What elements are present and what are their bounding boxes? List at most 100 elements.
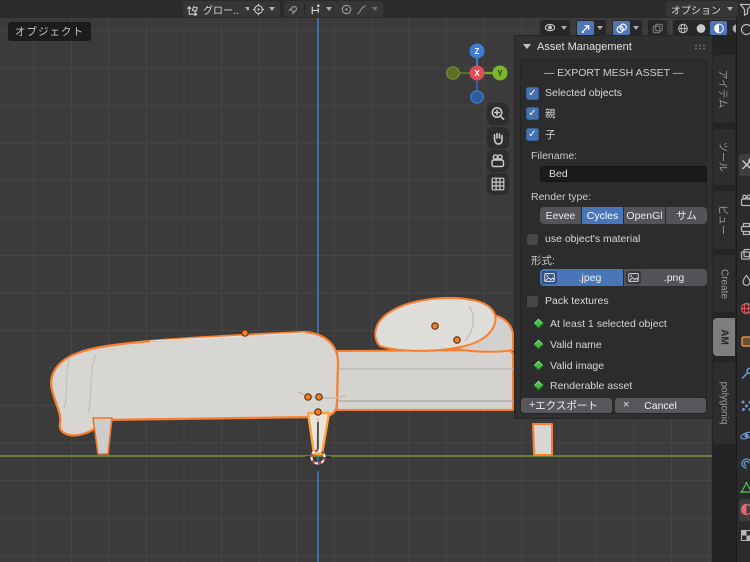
hand-icon [493, 132, 503, 145]
checkbox-checked-icon[interactable] [526, 106, 539, 120]
chevron-down-icon[interactable] [561, 26, 567, 30]
parent-checkbox-row[interactable]: 親 [526, 106, 556, 120]
child-checkbox-row[interactable]: 子 [526, 127, 556, 141]
bed-model[interactable] [40, 290, 560, 480]
format-jpeg[interactable]: .jpeg [540, 269, 624, 286]
render-tab-icon[interactable] [739, 193, 750, 208]
svg-text:Y: Y [497, 69, 503, 78]
validation-row: Valid name [533, 338, 602, 351]
snap-target-icon[interactable] [309, 3, 322, 16]
orientation-icon [187, 5, 198, 16]
constraints-tab-icon[interactable] [739, 456, 750, 471]
material-tab-icon[interactable] [739, 502, 750, 517]
zoom-icon [491, 107, 505, 121]
checkbox-unchecked-icon[interactable] [526, 232, 539, 246]
viewport-header: グロー.. オプション [0, 0, 750, 18]
modifiers-tab-icon[interactable] [739, 366, 750, 381]
checkbox-checked-icon[interactable] [526, 127, 539, 141]
texture-tab-icon[interactable] [739, 528, 750, 543]
validation-row: Renderable asset [533, 379, 632, 392]
object-visibility-group[interactable] [540, 20, 570, 36]
xray-icon[interactable] [649, 21, 666, 35]
world-tab-icon[interactable] [739, 301, 750, 316]
checkbox-checked-icon[interactable] [526, 86, 539, 100]
tab-tool[interactable]: ツール [713, 129, 735, 185]
sidebar-tab-strip: アイテム ツール ビュー Create AM polygoniq [712, 36, 736, 562]
valid-diamond-icon [533, 318, 544, 329]
gizmo-toggle-icon[interactable] [577, 21, 594, 35]
camera-view-button[interactable] [487, 150, 509, 172]
xray-toggle[interactable] [648, 20, 667, 36]
drag-grip-icon[interactable] [694, 43, 706, 50]
format-png[interactable]: .png [624, 269, 707, 286]
output-tab-icon[interactable] [739, 221, 750, 236]
panel-header[interactable]: Asset Management [515, 36, 712, 57]
chevron-down-icon[interactable] [633, 26, 639, 30]
render-type-eevee[interactable]: Eevee [540, 207, 582, 224]
proportional-icon[interactable] [340, 3, 353, 16]
properties-tab-strip [736, 0, 750, 562]
wireframe-icon[interactable] [674, 21, 691, 35]
valid-diamond-icon [533, 380, 544, 391]
solid-icon[interactable] [692, 21, 709, 35]
material-preview-icon[interactable] [710, 21, 727, 35]
render-type-opengl[interactable]: OpenGl [624, 207, 666, 224]
proportional-edit-group[interactable] [337, 1, 383, 17]
valid-diamond-icon [533, 339, 544, 350]
magnet-icon[interactable] [287, 3, 300, 16]
export-mesh-asset-box: — EXPORT MESH ASSET — Selected objects 親… [520, 59, 707, 414]
object-tab-icon[interactable] [739, 334, 750, 349]
overlays-icon[interactable] [613, 21, 630, 35]
cancel-button[interactable]: × Cancel [615, 398, 706, 413]
gizmo-neg-x-ball [446, 66, 460, 80]
export-button[interactable]: + エクスポート [521, 398, 612, 413]
checkbox-unchecked-icon[interactable] [526, 294, 539, 308]
pivot-icon [252, 3, 265, 15]
plus-icon: + [529, 399, 536, 411]
render-type-thumb[interactable]: サム [666, 207, 707, 224]
panel-title: Asset Management [537, 40, 632, 53]
collapse-triangle-icon[interactable] [523, 44, 531, 49]
chevron-down-icon[interactable] [597, 26, 603, 30]
snapping-group[interactable] [284, 1, 337, 17]
valid-diamond-icon [533, 360, 544, 371]
particles-tab-icon[interactable] [739, 398, 750, 413]
filename-label: Filename: [531, 150, 578, 162]
physics-tab-icon[interactable] [739, 428, 750, 443]
tab-item[interactable]: アイテム [713, 55, 735, 123]
zoom-button[interactable] [487, 103, 509, 125]
collection-icon[interactable] [739, 22, 750, 37]
pack-textures-checkbox-row[interactable]: Pack textures [526, 294, 609, 308]
overlays-toggle-group[interactable] [612, 20, 642, 36]
format-label: 形式: [531, 255, 555, 267]
scene-tab-icon[interactable] [739, 273, 750, 288]
transform-orientation-dropdown[interactable]: グロー.. [183, 1, 256, 17]
filter-funnel-icon[interactable] [739, 2, 750, 16]
tool-tab-icon[interactable] [739, 157, 750, 172]
asset-management-panel: Asset Management — EXPORT MESH ASSET — S… [515, 36, 712, 418]
validation-row: Valid image [533, 359, 604, 372]
gizmo-neg-z-ball [470, 90, 484, 104]
camera-icon [491, 154, 505, 168]
section-title: — EXPORT MESH ASSET — [543, 67, 684, 79]
image-icon [626, 271, 641, 284]
view-layer-tab-icon[interactable] [739, 247, 750, 262]
tab-am[interactable]: AM [713, 318, 735, 356]
options-dropdown[interactable]: オプション [666, 1, 738, 17]
gizmos-toggle-group[interactable] [576, 20, 606, 36]
toggle-grid-button[interactable] [487, 173, 509, 195]
selected-objects-checkbox-row[interactable]: Selected objects [526, 86, 622, 100]
use-material-checkbox-row[interactable]: use object's material [526, 232, 640, 246]
falloff-curve-icon[interactable] [355, 3, 368, 16]
tab-create[interactable]: Create [713, 255, 735, 312]
navigation-gizmo[interactable]: Z Y X [436, 40, 516, 106]
tab-view[interactable]: ビュー [713, 191, 735, 249]
pan-button[interactable] [487, 127, 509, 149]
filename-input[interactable] [540, 166, 707, 182]
pivot-point-dropdown[interactable] [249, 1, 280, 17]
tab-polygoniq[interactable]: polygoniq [713, 362, 735, 444]
visibility-eye-icon[interactable] [541, 21, 558, 35]
render-type-cycles[interactable]: Cycles [582, 207, 624, 224]
object-data-tab-icon[interactable] [739, 480, 750, 495]
svg-text:Z: Z [475, 47, 480, 56]
